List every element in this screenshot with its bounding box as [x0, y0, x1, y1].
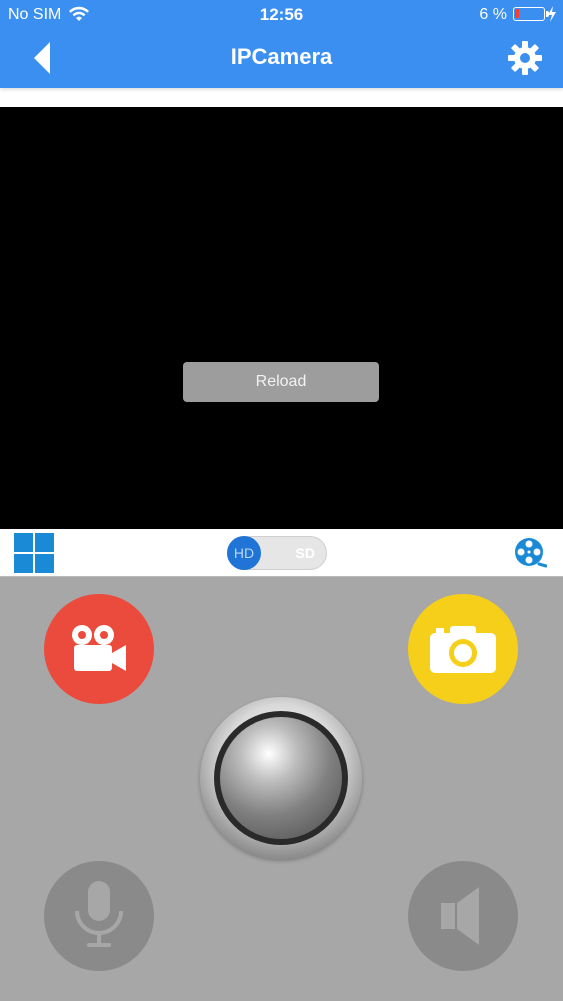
reload-button[interactable]: Reload [183, 362, 379, 402]
playback-button[interactable] [513, 536, 547, 570]
status-bar: No SIM 12:56 6 % [0, 0, 563, 30]
joystick-knob[interactable] [220, 717, 342, 839]
grid-layout-icon [14, 533, 54, 573]
battery-percent: 6 % [479, 6, 507, 23]
grid-layout-button[interactable] [14, 533, 54, 573]
microphone-button[interactable] [44, 861, 154, 971]
charging-bolt-icon [548, 6, 556, 22]
speaker-icon [441, 887, 487, 945]
video-camera-icon [72, 625, 126, 671]
microphone-icon [75, 881, 123, 947]
hd-label: HD [233, 545, 255, 561]
ptz-joystick[interactable] [200, 697, 362, 859]
page-title: IPCamera [230, 44, 333, 69]
record-button[interactable] [44, 594, 154, 704]
top-bar: No SIM 12:56 6 % IPCamera [0, 0, 563, 88]
control-panel [0, 576, 563, 1001]
film-reel-icon [515, 538, 547, 568]
quality-toggle[interactable]: HD SD [227, 536, 327, 570]
battery-icon [513, 7, 549, 21]
camera-icon [430, 626, 496, 673]
snapshot-button[interactable] [408, 594, 518, 704]
view-toolbar: HD SD [0, 529, 563, 576]
video-view[interactable]: Reload [0, 107, 563, 529]
sd-label: SD [295, 545, 315, 561]
settings-button[interactable] [507, 40, 543, 76]
speaker-button[interactable] [408, 861, 518, 971]
